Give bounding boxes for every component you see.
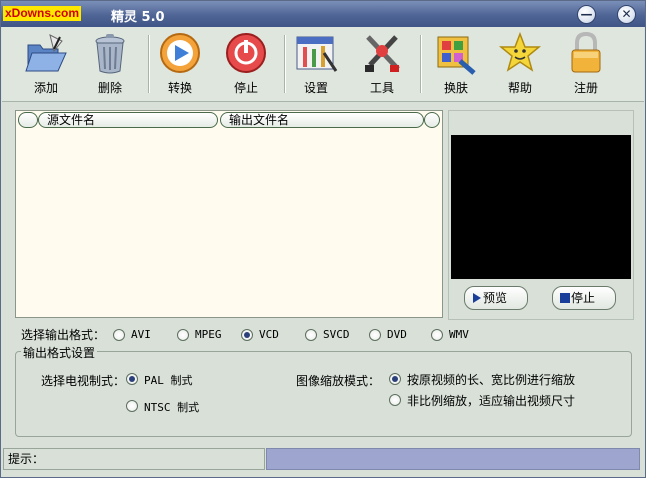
skin-button[interactable]: 换肤 — [426, 31, 486, 99]
tv-label-pal: PAL 制式 — [144, 374, 193, 387]
toolbar: 添加 删除 转换 停止 设置 工具 换肤 帮助 注册 — [2, 27, 644, 102]
video-preview — [451, 135, 631, 279]
main-window: xDowns.com 精灵 5.0 — ✕ 添加 删除 转换 停止 设置 工具 … — [0, 0, 646, 478]
list-header-select[interactable] — [18, 112, 38, 128]
add-button[interactable]: 添加 — [16, 31, 76, 99]
tv-label-ntsc: NTSC 制式 — [144, 401, 200, 414]
format-radio-avi[interactable] — [113, 329, 125, 341]
play-circle-icon — [160, 33, 200, 73]
skin-palette-icon — [437, 36, 476, 75]
site-logo: xDowns.com — [3, 6, 82, 21]
file-list[interactable]: 源文件名 输出文件名 — [15, 110, 443, 318]
settings-button[interactable]: 设置 — [286, 31, 346, 99]
settings-label: 设置 — [303, 81, 328, 95]
scale-radio-keep-ratio[interactable] — [389, 373, 401, 385]
stop-label: 停止 — [233, 81, 258, 95]
minimize-button[interactable]: — — [577, 5, 596, 24]
tv-radio-ntsc[interactable] — [126, 400, 138, 412]
column-header-source[interactable]: 源文件名 — [38, 112, 218, 128]
delete-label: 删除 — [97, 81, 122, 95]
register-label: 注册 — [573, 81, 598, 95]
window-title: 精灵 5.0 — [111, 10, 165, 25]
padlock-icon — [571, 31, 601, 73]
tools-label: 工具 — [369, 81, 394, 95]
settings-window-icon — [296, 36, 338, 72]
format-radio-mpeg[interactable] — [177, 329, 189, 341]
scale-radio-stretch[interactable] — [389, 394, 401, 406]
format-label-wmv: WMV — [449, 328, 469, 341]
status-hint: 提示： — [3, 448, 265, 470]
format-radio-dvd[interactable] — [369, 329, 381, 341]
add-label: 添加 — [33, 81, 58, 95]
close-button[interactable]: ✕ — [617, 5, 636, 24]
help-label: 帮助 — [507, 81, 532, 95]
progress-bar — [266, 448, 640, 470]
tv-radio-pal[interactable] — [126, 373, 138, 385]
format-radio-wmv[interactable] — [431, 329, 443, 341]
preview-stop-button[interactable]: 停止 — [552, 286, 616, 310]
title-bar[interactable]: xDowns.com 精灵 5.0 — ✕ — [1, 1, 645, 27]
delete-button[interactable]: 删除 — [80, 31, 140, 99]
skin-label: 换肤 — [443, 81, 468, 95]
toolbar-separator — [420, 35, 422, 93]
convert-label: 转换 — [167, 81, 192, 95]
tools-icon — [365, 35, 400, 72]
preview-play-button[interactable]: 预览 — [464, 286, 528, 310]
trash-can-icon — [95, 34, 125, 74]
scale-label-keep-ratio: 按原视频的长、宽比例进行缩放 — [407, 373, 576, 387]
register-button[interactable]: 注册 — [556, 31, 616, 99]
preview-stop-label: 停止 — [571, 291, 596, 305]
convert-button[interactable]: 转换 — [150, 31, 210, 99]
stop-icon — [560, 293, 570, 303]
output-settings-title: 输出格式设置 — [21, 344, 98, 361]
status-hint-label: 提示： — [8, 452, 45, 466]
play-icon — [473, 293, 481, 303]
format-radio-vcd[interactable] — [241, 329, 253, 341]
power-stop-icon — [226, 33, 266, 73]
format-label-svcd: SVCD — [323, 328, 350, 341]
tv-standard-label: 选择电视制式： — [41, 374, 126, 388]
stop-button[interactable]: 停止 — [216, 31, 276, 99]
scale-label-stretch: 非比例缩放，适应输出视频尺寸 — [407, 394, 576, 408]
preview-play-label: 预览 — [483, 291, 508, 305]
smiley-star-icon — [498, 31, 542, 72]
output-format-label: 选择输出格式： — [21, 328, 106, 342]
format-label-dvd: DVD — [387, 328, 407, 341]
scale-mode-label: 图像缩放模式： — [296, 374, 381, 388]
format-label-avi: AVI — [131, 328, 151, 341]
format-label-mpeg: MPEG — [195, 328, 222, 341]
tools-button[interactable]: 工具 — [352, 31, 412, 99]
format-label-vcd: VCD — [259, 328, 279, 341]
column-header-output[interactable]: 输出文件名 — [220, 112, 424, 128]
open-folder-icon — [25, 34, 67, 72]
format-radio-svcd[interactable] — [305, 329, 317, 341]
help-button[interactable]: 帮助 — [490, 31, 550, 99]
list-header-end[interactable] — [424, 112, 440, 128]
